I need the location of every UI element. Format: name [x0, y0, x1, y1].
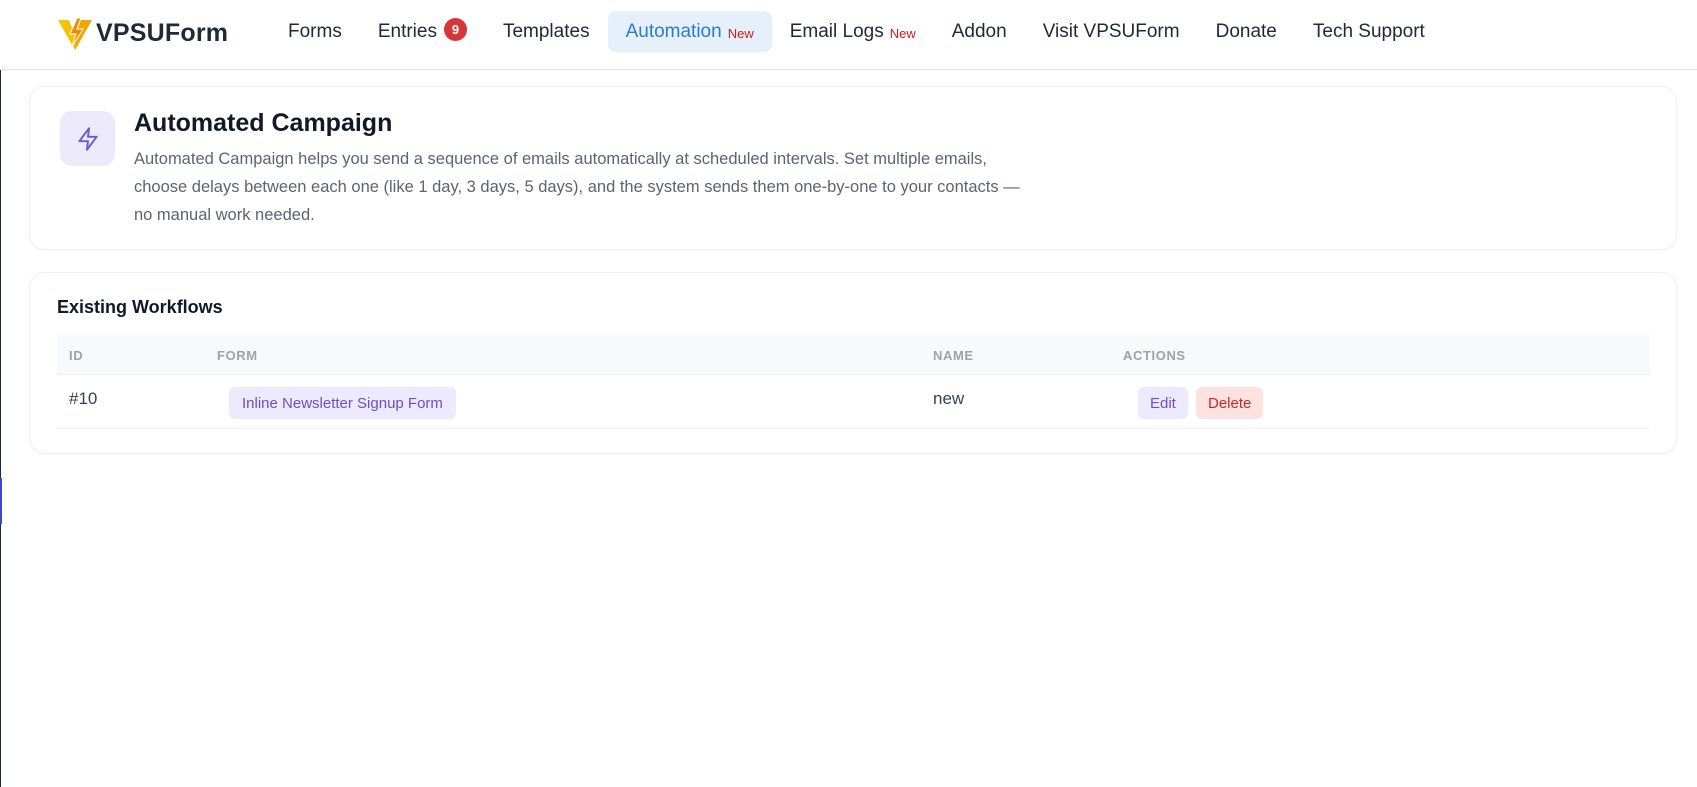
main-nav: Forms Entries 9 Templates Automation New…: [270, 11, 1443, 52]
table-header: ID FORM NAME ACTIONS: [57, 335, 1650, 375]
nav-donate-label: Donate: [1215, 20, 1277, 42]
nav-templates-label: Templates: [502, 20, 590, 42]
nav-automation-label: Automation: [625, 20, 722, 42]
nav-visit-vpsuform[interactable]: Visit VPSUForm: [1025, 11, 1198, 52]
entries-count-badge: 9: [443, 18, 467, 41]
existing-workflows-card: Existing Workflows ID FORM NAME ACTIONS …: [29, 272, 1677, 454]
form-pill[interactable]: Inline Newsletter Signup Form: [229, 387, 456, 419]
column-header-actions: ACTIONS: [1123, 348, 1186, 363]
email-logs-new-tag: New: [889, 26, 916, 41]
nav-automation[interactable]: Automation New: [607, 11, 772, 52]
delete-button[interactable]: Delete: [1196, 387, 1264, 419]
page-title: Automated Campaign: [134, 109, 393, 137]
nav-tech-support[interactable]: Tech Support: [1295, 11, 1443, 52]
nav-visit-label: Visit VPSUForm: [1042, 20, 1180, 42]
column-header-form: FORM: [217, 348, 258, 363]
edit-button[interactable]: Edit: [1138, 387, 1188, 419]
lightning-icon: [60, 111, 115, 166]
workflows-table: ID FORM NAME ACTIONS #10 Inline Newslett…: [57, 335, 1650, 429]
workflow-name: new: [933, 389, 965, 408]
automated-campaign-card: Automated Campaign Automated Campaign he…: [29, 86, 1677, 250]
brand[interactable]: VPSUForm: [56, 14, 228, 52]
nav-entries[interactable]: Entries 9: [360, 11, 485, 52]
lightning-v-logo-icon: [58, 17, 92, 50]
column-header-id: ID: [69, 348, 84, 363]
nav-entries-label: Entries: [377, 20, 437, 42]
nav-email-logs-label: Email Logs: [789, 20, 884, 42]
window-left-edge: [0, 0, 1, 787]
nav-templates[interactable]: Templates: [485, 11, 608, 52]
table-row: #10 Inline Newsletter Signup Form new Ed…: [57, 375, 1650, 429]
page-description: Automated Campaign helps you send a sequ…: [134, 150, 1020, 224]
top-navigation: VPSUForm Forms Entries 9 Templates Autom…: [0, 0, 1697, 70]
nav-email-logs[interactable]: Email Logs New: [772, 11, 934, 52]
nav-forms[interactable]: Forms: [270, 11, 360, 52]
nav-addon[interactable]: Addon: [934, 11, 1025, 52]
automation-new-tag: New: [727, 26, 754, 41]
nav-donate[interactable]: Donate: [1198, 11, 1295, 52]
nav-addon-label: Addon: [951, 20, 1007, 42]
nav-tech-support-label: Tech Support: [1312, 20, 1425, 42]
workflow-id: #10: [69, 389, 98, 408]
workflows-title: Existing Workflows: [57, 297, 223, 317]
nav-forms-label: Forms: [288, 20, 342, 42]
window-edge-marker: [0, 478, 2, 524]
column-header-name: NAME: [933, 348, 974, 363]
brand-name: VPSUForm: [96, 18, 229, 47]
